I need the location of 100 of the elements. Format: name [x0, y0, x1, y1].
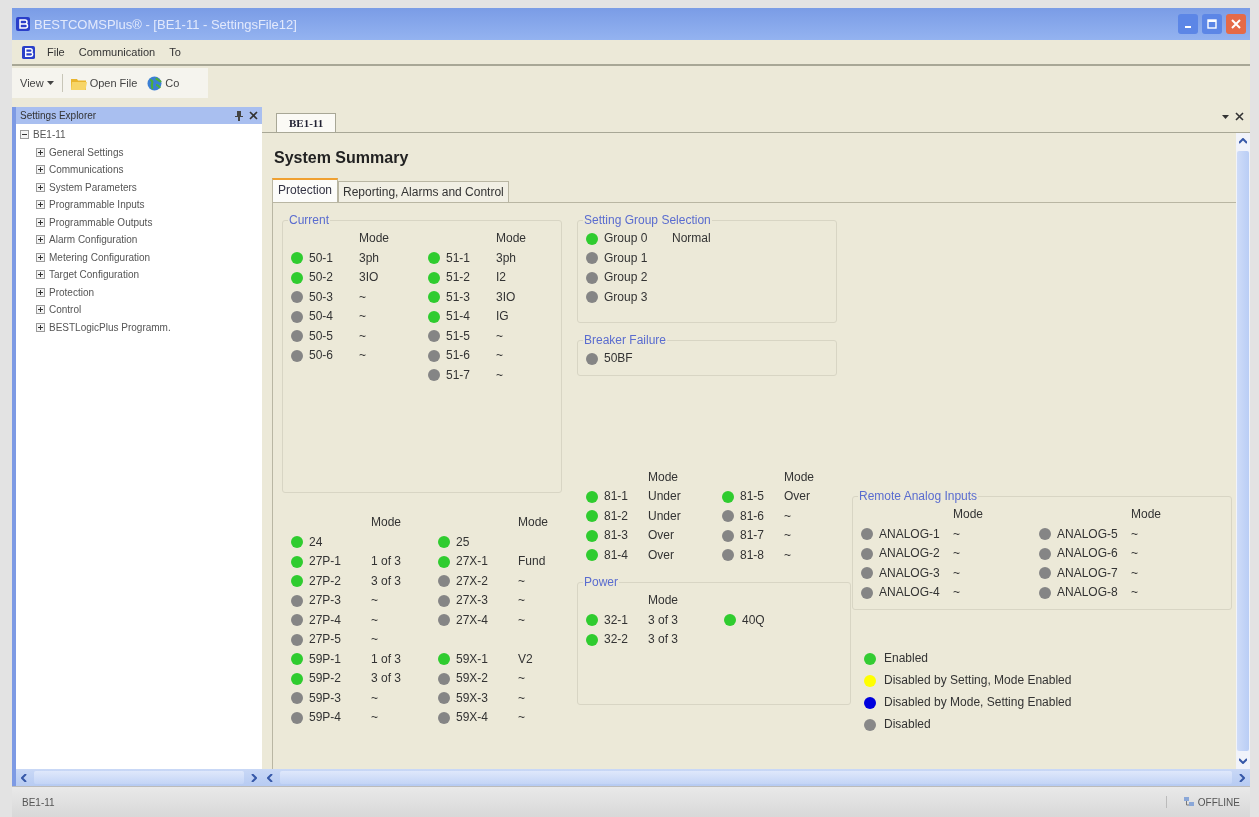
mode-value: V2 [518, 650, 534, 668]
mode-value: Over [648, 527, 675, 544]
expand-icon[interactable] [36, 252, 45, 262]
expand-icon[interactable] [36, 165, 45, 175]
scroll-up-icon[interactable] [1239, 138, 1247, 144]
menu-item[interactable]: File [45, 46, 67, 58]
column-header: Mode [371, 514, 403, 531]
element-label: ANALOG-2 [879, 545, 941, 562]
mode-value: ~ [518, 689, 526, 707]
mode-value: ~ [953, 564, 961, 582]
tree-item[interactable]: BESTLogicPlus Programm. [49, 321, 171, 333]
element-label: 32-1 [604, 611, 630, 629]
element-label: 59P-4 [309, 709, 343, 726]
column-header: Mode [953, 506, 985, 523]
element-label: 25 [456, 533, 471, 551]
app-icon [22, 45, 35, 59]
app-icon [16, 17, 30, 31]
expand-icon[interactable] [36, 147, 45, 157]
close-icon[interactable] [1235, 112, 1244, 121]
element-label: 27P-1 [309, 553, 343, 570]
mode-value: ~ [1131, 525, 1139, 543]
column-header: Mode [784, 468, 816, 486]
tab[interactable]: Protection [272, 178, 339, 202]
caret-icon[interactable] [1222, 114, 1229, 119]
tree-item[interactable]: System Parameters [49, 181, 137, 193]
scroll-left-icon[interactable] [267, 773, 273, 782]
element-label: 27X-3 [456, 592, 490, 609]
element-label: Group 0 [604, 230, 649, 247]
scroll-down-icon[interactable] [1239, 758, 1247, 764]
pin-icon[interactable] [235, 110, 243, 121]
minimize-button[interactable] [1178, 14, 1198, 34]
toolbar-button[interactable]: Co [145, 75, 182, 91]
close-button[interactable] [1226, 14, 1246, 34]
scroll-left-icon[interactable] [21, 773, 27, 782]
element-label: 27P-5 [309, 631, 343, 648]
mode-value: Fund [518, 553, 547, 570]
element-label: 81-8 [740, 546, 766, 564]
element-label: 59X-3 [456, 689, 490, 707]
element-label: 51-3 [446, 288, 472, 306]
mode-value: 3 of 3 [648, 611, 680, 629]
menu-item[interactable]: To [167, 46, 183, 58]
element-label: 51-4 [446, 308, 472, 325]
tree-item[interactable]: Programmable Outputs [49, 216, 153, 228]
expand-icon[interactable] [36, 287, 45, 297]
element-label: 81-2 [604, 507, 630, 525]
mode-value: ~ [953, 525, 961, 543]
mode-value: ~ [359, 288, 367, 306]
toolbar-button[interactable]: Open File [68, 76, 140, 90]
column-header: Mode [648, 592, 680, 609]
scroll-right-icon[interactable] [1239, 773, 1245, 782]
close-icon[interactable] [249, 111, 258, 120]
expand-icon[interactable] [36, 200, 45, 210]
column-header: Mode [518, 514, 550, 531]
element-label: 40Q [742, 611, 766, 629]
mode-value: 1 of 3 [371, 650, 403, 668]
mode-value: Normal [672, 230, 712, 247]
element-label: 81-1 [604, 488, 630, 505]
tree-item[interactable]: Target Configuration [49, 269, 140, 281]
element-label: 59X-2 [456, 670, 490, 687]
expand-icon[interactable] [36, 270, 45, 280]
element-label: Group 3 [604, 288, 649, 306]
maximize-button[interactable] [1202, 14, 1222, 34]
scroll-right-icon[interactable] [251, 773, 257, 782]
tree-item[interactable]: BE1-11 [33, 129, 66, 141]
horizontal-scrollbar[interactable] [262, 769, 1250, 786]
mode-value: 3IO [359, 269, 380, 286]
tree-item[interactable]: Control [49, 304, 82, 316]
mode-value: 3ph [496, 249, 518, 267]
element-label: 59P-1 [309, 650, 343, 668]
tree-item[interactable]: Communications [49, 164, 124, 176]
mode-value: ~ [496, 366, 504, 384]
group-title: Current [288, 213, 330, 227]
window-title: BESTCOMSPlus® - [BE1-11 - SettingsFile12] [34, 16, 298, 32]
tree-item[interactable]: Alarm Configuration [49, 234, 138, 246]
tab[interactable]: Reporting, Alarms and Control [338, 181, 509, 202]
tree-item[interactable]: Programmable Inputs [49, 199, 145, 211]
mode-value: Under [648, 488, 682, 505]
expand-icon[interactable] [36, 305, 45, 315]
collapse-icon[interactable] [20, 130, 29, 140]
expand-icon[interactable] [36, 322, 45, 332]
horizontal-scrollbar[interactable] [16, 769, 262, 786]
element-label: 50-3 [309, 288, 335, 306]
element-label: ANALOG-3 [879, 564, 941, 582]
tree-item[interactable]: General Settings [49, 146, 124, 158]
menu-item[interactable]: Communication [76, 46, 158, 58]
expand-icon[interactable] [36, 235, 45, 245]
document-tab[interactable]: BE1-11 [276, 113, 337, 132]
legend-label: Disabled by Setting, Mode Enabled [884, 671, 1072, 689]
tree-item[interactable]: Metering Configuration [49, 251, 151, 263]
element-label: 59P-3 [309, 689, 343, 707]
mode-value: ~ [518, 611, 526, 629]
expand-icon[interactable] [36, 182, 45, 192]
element-label: 51-5 [446, 327, 472, 345]
mode-value: ~ [371, 611, 379, 629]
element-label: ANALOG-8 [1057, 584, 1119, 601]
expand-icon[interactable] [36, 217, 45, 227]
group-title: Power [583, 575, 619, 589]
toolbar-button[interactable]: View [18, 77, 56, 89]
tree-item[interactable]: Protection [49, 286, 95, 298]
vertical-scrollbar[interactable] [1236, 133, 1250, 769]
